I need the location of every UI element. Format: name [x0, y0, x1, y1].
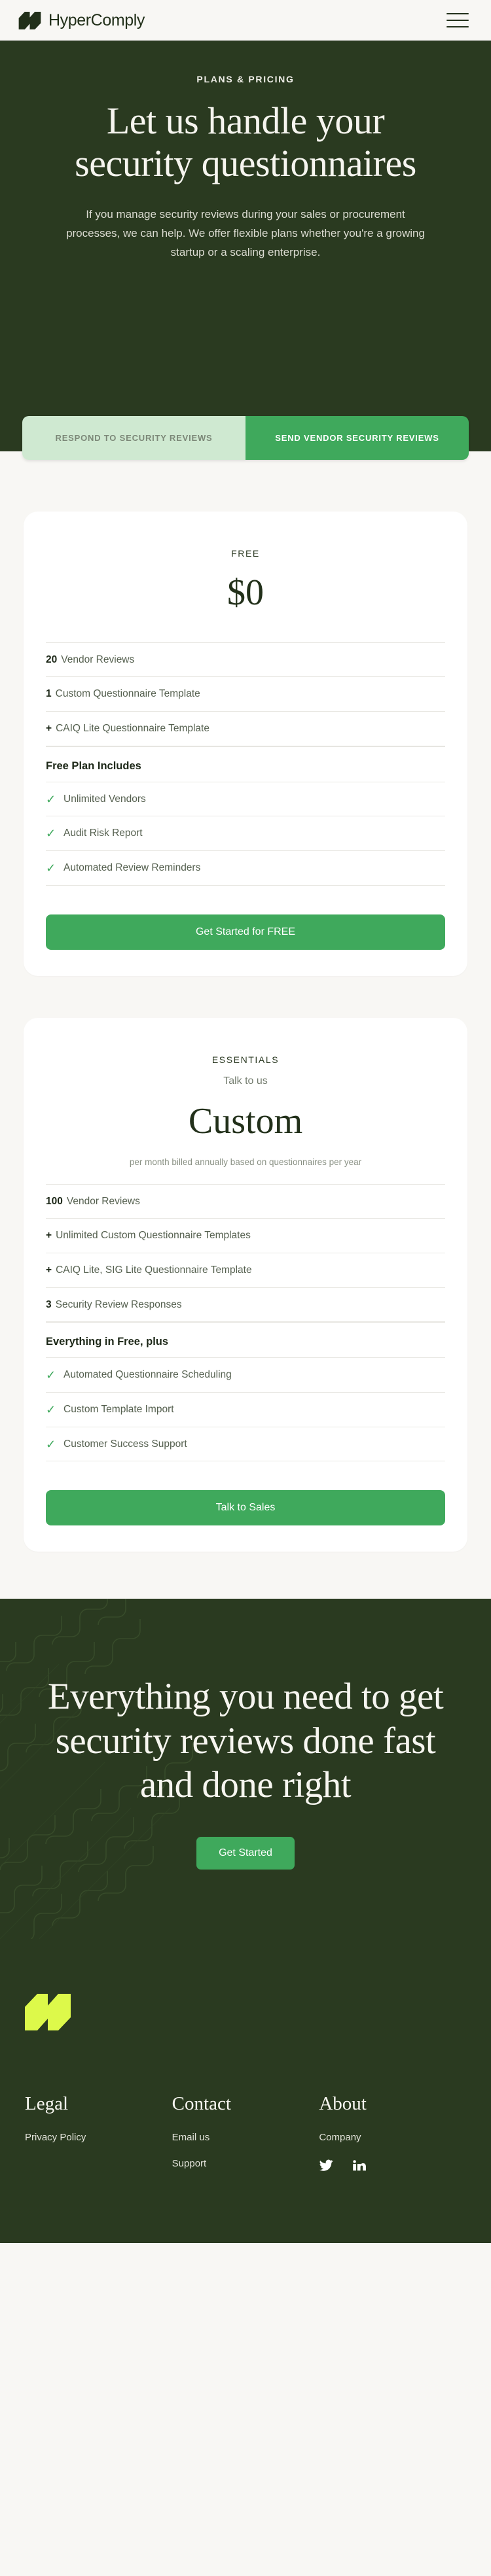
- plan-include-text: Custom Template Import: [64, 1404, 174, 1415]
- site-footer: Legal Privacy Policy Contact Email us Su…: [0, 1948, 491, 2244]
- footer-column-heading: About: [319, 2093, 367, 2115]
- plan-type-tabs: RESPOND TO SECURITY REVIEWS SEND VENDOR …: [0, 416, 491, 460]
- plan-spec-text: Security Review Responses: [55, 1298, 182, 1310]
- cta-banner-section: Everything you need to get security revi…: [0, 1599, 491, 1949]
- plan-spec-text: Custom Questionnaire Template: [55, 688, 200, 700]
- plan-name: FREE: [231, 548, 260, 559]
- plan-include-text: Unlimited Vendors: [64, 793, 146, 805]
- pricing-page: HyperComply PLANS & PRICING Let us handl…: [0, 0, 491, 2244]
- hero-eyebrow: PLANS & PRICING: [196, 74, 295, 84]
- hypercomply-logo-icon: [18, 11, 41, 29]
- plan-spec-row: 20 Vendor Reviews: [46, 642, 445, 677]
- footer-link-email-us[interactable]: Email us: [172, 2132, 319, 2143]
- hypercomply-footer-logo-icon[interactable]: [25, 1994, 71, 2031]
- plan-group-title: Free Plan Includes: [46, 746, 445, 782]
- footer-column-contact: Contact Email us Support: [172, 2093, 319, 2184]
- tab-respond-to-security-reviews[interactable]: RESPOND TO SECURITY REVIEWS: [22, 416, 245, 460]
- plan-price: Custom: [188, 1100, 303, 1141]
- plan-spec-text: CAIQ Lite, SIG Lite Questionnaire Templa…: [56, 1264, 252, 1276]
- plan-billing-note: per month billed annually based on quest…: [129, 1157, 362, 1168]
- get-started-button[interactable]: Get Started: [196, 1837, 295, 1870]
- pricing-card-free: FREE $0 20 Vendor Reviews 1 Custom Quest…: [24, 512, 467, 976]
- page-title-line-1: Let us handle your: [106, 99, 385, 142]
- plan-include-text: Automated Review Reminders: [64, 862, 201, 874]
- plan-spec-text: CAIQ Lite Questionnaire Template: [56, 722, 209, 734]
- pricing-cards-section: FREE $0 20 Vendor Reviews 1 Custom Quest…: [0, 451, 491, 1599]
- tab-send-vendor-security-reviews[interactable]: SEND VENDOR SECURITY REVIEWS: [245, 416, 469, 460]
- plan-spec-list: 20 Vendor Reviews 1 Custom Questionnaire…: [46, 642, 445, 746]
- footer-link-columns: Legal Privacy Policy Contact Email us Su…: [25, 2093, 466, 2184]
- plan-spec-row: + CAIQ Lite, SIG Lite Questionnaire Temp…: [46, 1252, 445, 1287]
- plan-include-text: Automated Questionnaire Scheduling: [64, 1369, 232, 1381]
- plan-subtitle: Talk to us: [223, 1075, 268, 1087]
- plan-includes-list: ✓ Unlimited Vendors ✓ Audit Risk Report …: [46, 781, 445, 886]
- hamburger-line: [446, 26, 469, 27]
- page-title: Let us handle your security questionnair…: [24, 99, 467, 185]
- brand-name: HyperComply: [48, 10, 145, 29]
- hero-section: PLANS & PRICING Let us handle your secur…: [0, 41, 491, 460]
- hero-description: If you manage security reviews during yo…: [66, 207, 425, 259]
- check-icon: ✓: [46, 827, 56, 841]
- plan-spec-text: Vendor Reviews: [66, 1195, 140, 1207]
- plan-include-row: ✓ Custom Template Import: [46, 1392, 445, 1427]
- plan-spec-lead: +: [46, 722, 52, 734]
- plan-includes-list: ✓ Automated Questionnaire Scheduling ✓ C…: [46, 1357, 445, 1462]
- footer-link-company[interactable]: Company: [319, 2132, 466, 2143]
- footer-link-support[interactable]: Support: [172, 2158, 319, 2169]
- check-icon: ✓: [46, 792, 56, 806]
- plan-spec-row: 100 Vendor Reviews: [46, 1183, 445, 1219]
- plan-spec-lead: +: [46, 1230, 52, 1242]
- pricing-card-essentials: ESSENTIALS Talk to us Custom per month b…: [24, 1017, 467, 1552]
- plan-spec-lead: 100: [46, 1195, 63, 1207]
- plan-spec-row: + Unlimited Custom Questionnaire Templat…: [46, 1218, 445, 1253]
- footer-column-heading: Contact: [172, 2093, 231, 2115]
- social-links: [319, 2158, 466, 2172]
- get-started-for-free-button[interactable]: Get Started for FREE: [46, 914, 445, 950]
- footer-column-heading: Legal: [25, 2093, 69, 2115]
- plan-spec-list: 100 Vendor Reviews + Unlimited Custom Qu…: [46, 1183, 445, 1323]
- plan-include-text: Customer Success Support: [64, 1438, 187, 1450]
- plan-spec-row: + CAIQ Lite Questionnaire Template: [46, 710, 445, 746]
- plan-spec-text: Vendor Reviews: [61, 653, 135, 665]
- plan-spec-lead: 1: [46, 688, 52, 700]
- twitter-icon[interactable]: [319, 2158, 333, 2172]
- cta-heading: Everything you need to get security revi…: [47, 1676, 444, 1805]
- hamburger-line: [446, 20, 469, 21]
- check-icon: ✓: [46, 1402, 56, 1416]
- hamburger-icon[interactable]: [446, 13, 469, 27]
- footer-link-privacy-policy[interactable]: Privacy Policy: [25, 2132, 172, 2143]
- top-navigation-bar: HyperComply: [0, 0, 491, 41]
- plan-spec-lead: 3: [46, 1298, 52, 1310]
- plan-include-row: ✓ Customer Success Support: [46, 1426, 445, 1462]
- plan-include-text: Audit Risk Report: [64, 827, 143, 839]
- footer-column-legal: Legal Privacy Policy: [25, 2093, 172, 2184]
- footer-column-about: About Company: [319, 2093, 466, 2184]
- plan-spec-text: Unlimited Custom Questionnaire Templates: [56, 1230, 251, 1242]
- check-icon: ✓: [46, 861, 56, 875]
- plan-price: $0: [227, 572, 264, 613]
- check-icon: ✓: [46, 1437, 56, 1451]
- plan-spec-row: 1 Custom Questionnaire Template: [46, 676, 445, 711]
- hamburger-line: [446, 13, 469, 14]
- linkedin-icon[interactable]: [352, 2158, 367, 2172]
- check-icon: ✓: [46, 1368, 56, 1382]
- plan-include-row: ✓ Unlimited Vendors: [46, 781, 445, 816]
- brand-logo[interactable]: HyperComply: [18, 11, 145, 30]
- plan-group-title: Everything in Free, plus: [46, 1322, 445, 1357]
- plan-spec-lead: +: [46, 1264, 52, 1276]
- plan-spec-lead: 20: [46, 653, 58, 665]
- plan-spec-row: 3 Security Review Responses: [46, 1287, 445, 1323]
- page-title-line-2: security questionnaires: [75, 141, 416, 184]
- plan-include-row: ✓ Automated Review Reminders: [46, 850, 445, 886]
- plan-include-row: ✓ Audit Risk Report: [46, 816, 445, 850]
- plan-include-row: ✓ Automated Questionnaire Scheduling: [46, 1357, 445, 1392]
- talk-to-sales-button[interactable]: Talk to Sales: [46, 1490, 445, 1526]
- plan-name: ESSENTIALS: [211, 1054, 280, 1065]
